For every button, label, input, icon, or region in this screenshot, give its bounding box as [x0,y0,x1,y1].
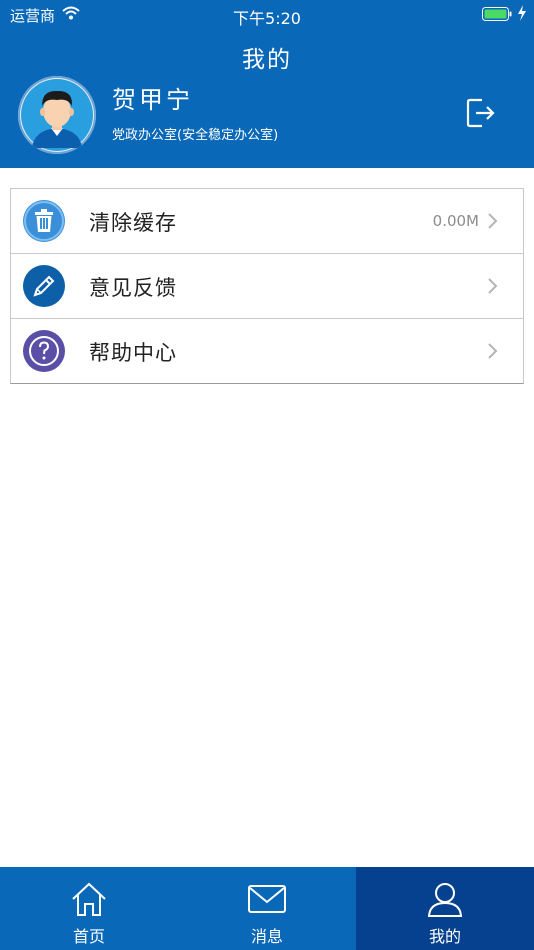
page-title: 我的 [242,47,292,73]
cache-size: 0.00M [432,212,479,230]
status-bar: 运营商 下午5:20 [0,0,534,28]
user-department: 党政办公室(安全稳定办公室) [112,128,279,143]
chevron-right-icon [487,212,499,230]
tab-home[interactable]: 首页 [0,867,178,950]
status-time: 下午5:20 [233,9,301,28]
mail-icon [178,881,356,919]
menu-item-feedback[interactable]: 意见反馈 [11,254,523,319]
battery-icon [482,7,512,21]
menu-item-label: 意见反馈 [89,276,177,300]
menu-item-label: 清除缓存 [89,211,177,235]
chevron-right-icon [487,342,499,360]
home-icon [0,881,178,919]
menu-item-help-center[interactable]: 帮助中心 [11,319,523,383]
menu-item-clear-cache[interactable]: 清除缓存 0.00M [11,189,523,254]
avatar[interactable] [18,76,96,154]
tab-label: 我的 [428,927,461,946]
user-name: 贺甲宁 [112,86,193,114]
user-icon [356,881,534,919]
tab-label: 消息 [250,927,283,946]
tab-bar: 首页 消息 我的 [0,867,534,950]
trash-icon [23,200,65,242]
charging-icon [517,5,527,25]
tab-profile[interactable]: 我的 [356,867,534,950]
menu-item-label: 帮助中心 [89,341,177,365]
header: 运营商 下午5:20 我的 贺甲宁 党政办公室(安全稳定办公室) [0,0,534,168]
question-icon [23,330,65,372]
logout-icon[interactable] [464,96,498,130]
tab-messages[interactable]: 消息 [178,867,356,950]
pencil-icon [23,265,65,307]
tab-label: 首页 [72,927,105,946]
settings-menu: 清除缓存 0.00M 意见反馈 帮助中心 [10,188,524,384]
chevron-right-icon [487,277,499,295]
